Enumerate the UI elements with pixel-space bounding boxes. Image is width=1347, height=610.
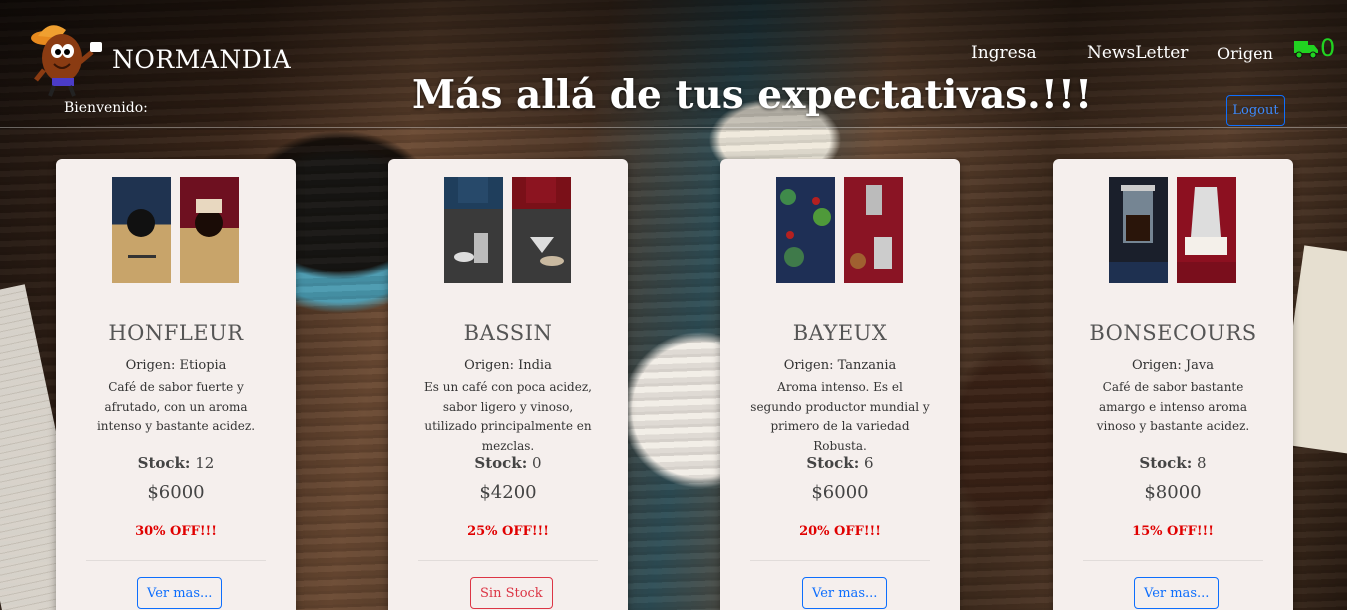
product-price: $6000 [147, 482, 205, 503]
stock-label: Stock: [1139, 454, 1193, 472]
nav-link-ingresa[interactable]: Ingresa [971, 43, 1037, 63]
product-description: Es un café con poca acidez, sabor ligero… [424, 380, 592, 453]
product-stock: Stock: 6 [720, 454, 960, 472]
product-card: BAYEUX Origen: Tanzania Aroma intenso. E… [720, 159, 960, 610]
product-price: $4200 [479, 482, 537, 503]
welcome-text: Bienvenido: [64, 100, 148, 116]
product-stock: Stock: 0 [388, 454, 628, 472]
nav-link-newsletter[interactable]: NewsLetter [1087, 43, 1188, 63]
product-discount: 20% OFF!!! [799, 524, 881, 539]
product-image [1109, 177, 1237, 283]
product-origin: Origen: Tanzania [783, 358, 897, 373]
product-discount: 30% OFF!!! [135, 524, 217, 539]
brand-name[interactable]: NORMANDIA [112, 45, 291, 74]
card-divider [750, 560, 930, 561]
sin-stock-button[interactable]: Sin Stock [470, 577, 553, 609]
cart-count: 0 [1320, 34, 1336, 62]
cart-button[interactable]: 0 [1293, 34, 1335, 64]
stock-value: 6 [864, 454, 874, 472]
navbar: NORMANDIA Bienvenido: Más allá de tus ex… [0, 0, 1347, 128]
product-name: HONFLEUR [108, 321, 244, 345]
stock-label: Stock: [474, 454, 528, 472]
product-image [776, 177, 904, 283]
card-divider [418, 560, 598, 561]
product-card: BONSECOURS Origen: Java Café de sabor ba… [1053, 159, 1293, 610]
product-description: Café de sabor bastante amargo e intenso … [1096, 380, 1250, 433]
stock-value: 8 [1197, 454, 1207, 472]
hero-title: Más allá de tus expectativas.!!! [412, 72, 1093, 118]
ver-mas-button[interactable]: Ver mas... [1134, 577, 1220, 609]
product-image [112, 177, 240, 283]
product-price: $6000 [811, 482, 869, 503]
product-price: $8000 [1144, 482, 1202, 503]
logout-button[interactable]: Logout [1226, 95, 1285, 126]
product-origin: Origen: Java [1132, 358, 1214, 373]
stock-label: Stock: [806, 454, 860, 472]
product-card: BASSIN Origen: India Es un café con poca… [388, 159, 628, 610]
delivery-truck-icon [1293, 38, 1319, 64]
product-stock: Stock: 12 [56, 454, 296, 472]
card-divider [86, 560, 266, 561]
product-name: BASSIN [463, 321, 553, 345]
product-discount: 25% OFF!!! [467, 524, 549, 539]
product-card: HONFLEUR Origen: Etiopia Café de sabor f… [56, 159, 296, 610]
card-divider [1083, 560, 1263, 561]
stock-label: Stock: [137, 454, 191, 472]
stock-value: 12 [195, 454, 215, 472]
product-image [444, 177, 572, 283]
product-origin: Origen: India [464, 358, 552, 373]
ver-mas-button[interactable]: Ver mas... [802, 577, 888, 609]
coffee-bean-mascot-logo[interactable] [30, 18, 110, 100]
product-description: Café de sabor fuerte y afrutado, con un … [96, 380, 256, 433]
product-stock: Stock: 8 [1053, 454, 1293, 472]
ver-mas-button[interactable]: Ver mas... [137, 577, 223, 609]
product-name: BONSECOURS [1089, 321, 1257, 345]
product-name: BAYEUX [792, 321, 888, 345]
product-description: Aroma intenso. Es el segundo productor m… [750, 380, 930, 453]
product-origin: Origen: Etiopia [125, 358, 227, 373]
stock-value: 0 [532, 454, 542, 472]
nav-link-origen[interactable]: Origen [1217, 44, 1273, 63]
product-discount: 15% OFF!!! [1132, 524, 1214, 539]
